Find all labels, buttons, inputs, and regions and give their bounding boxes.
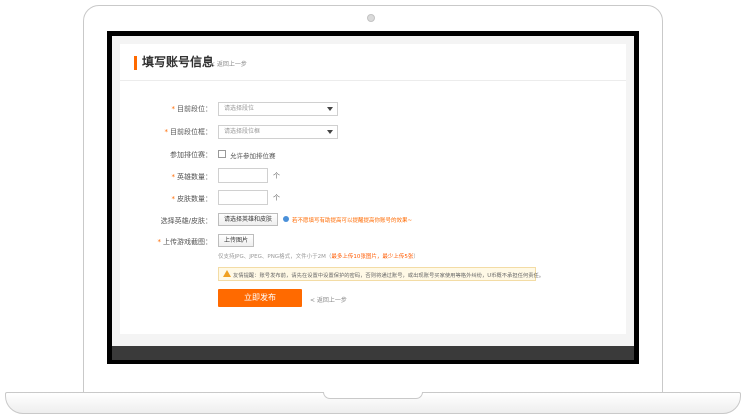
current-rank-label: * 目前段位： — [171, 105, 213, 113]
select-heroes-hint: 若不愿填写有助提高可以提醒提高你账号的效果~ — [292, 218, 413, 224]
warning-text: 友情提醒：账号发布前，请先在设置中设置保护的密码，否则将通过账号，或出现账号买家… — [233, 273, 545, 279]
skin-count-label: * 皮肤数量： — [171, 195, 213, 203]
screenshot-label: * 上传游戏截图： — [157, 238, 213, 246]
select-heroes-button[interactable]: 请选择英雄和皮肤 — [218, 213, 278, 226]
warning-box: 友情提醒：账号发布前，请先在设置中设置保护的密码，否则将通过账号，或出现账号买家… — [218, 267, 544, 281]
warning-icon — [223, 270, 231, 277]
laptop-base-notch — [323, 392, 423, 399]
tournament-label: 参加排位赛： — [170, 151, 212, 159]
hero-count-unit: 个 — [273, 172, 280, 180]
card-header: 填写账号信息 < 返回上一步 — [120, 44, 626, 81]
current-tier-label: * 目前段位框： — [164, 128, 213, 136]
skin-count-input[interactable] — [218, 190, 268, 205]
header-accent-bar — [134, 56, 137, 70]
select-heroes-label: 选择英雄/皮肤： — [160, 217, 212, 225]
publish-button[interactable]: 立即发布 — [218, 289, 302, 307]
required-mark: * — [171, 105, 176, 113]
page-title: 填写账号信息 — [142, 55, 215, 69]
required-mark: * — [171, 195, 176, 203]
account-info-card: 填写账号信息 < 返回上一步 * 目前段位： 请选择段位 * 目前段位框： 请选择段… — [120, 44, 626, 334]
upload-image-button[interactable]: 上传图片 — [218, 234, 254, 247]
camera-icon — [367, 14, 375, 22]
current-rank-select[interactable]: 请选择段位 — [218, 102, 338, 116]
back-link[interactable]: < 返回上一步 — [210, 59, 247, 68]
tournament-checkbox-label: 允许参加排位赛 — [230, 152, 276, 160]
required-mark: * — [157, 238, 162, 246]
hero-count-label: * 英雄数量： — [171, 173, 213, 181]
required-mark: * — [164, 128, 169, 136]
upload-note: 仅支持JPG、JPEG、PNG格式，文件小于2M（最多上传10张图片，最少上传5… — [218, 254, 419, 260]
skin-count-unit: 个 — [273, 194, 280, 202]
chevron-down-icon — [327, 130, 333, 134]
current-tier-select[interactable]: 请选择段位框 — [218, 125, 338, 139]
required-mark: * — [171, 173, 176, 181]
screen-bottom-bar — [112, 346, 634, 360]
chevron-down-icon — [327, 107, 333, 111]
tournament-checkbox[interactable] — [218, 150, 226, 158]
hero-count-input[interactable] — [218, 168, 268, 183]
back-link-bottom[interactable]: < 返回上一步 — [310, 295, 347, 304]
web-page: 填写账号信息 < 返回上一步 * 目前段位： 请选择段位 * 目前段位框： 请选择段… — [112, 36, 634, 346]
lightbulb-icon — [283, 216, 289, 222]
